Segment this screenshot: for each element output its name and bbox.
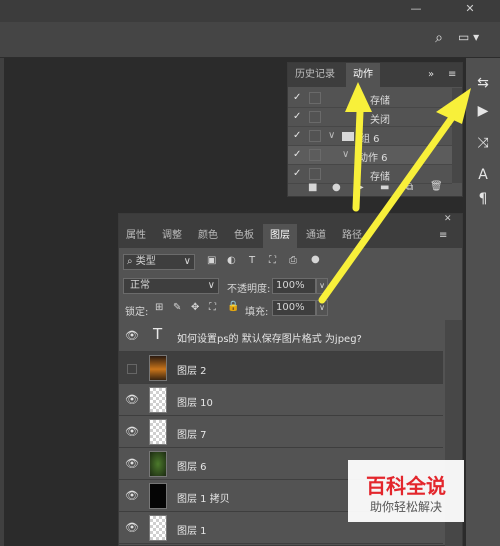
watermark: 百科全说 助你轻松解决 <box>348 460 464 522</box>
arrow-to-dock-icon <box>318 108 460 304</box>
watermark-subtitle: 助你轻松解决 <box>369 500 442 514</box>
watermark-title: 百科全说 <box>366 474 446 498</box>
photoshop-window: — ✕ ⌕ ▭ ▾ ⇆ ▶ ⤨ A ¶ 历史记录 动作 » ≡ ✓ 存储 ✓ 关… <box>0 0 500 546</box>
arrow-to-actions-tab <box>352 108 364 212</box>
arrowhead <box>436 88 471 124</box>
arrowhead <box>345 82 372 112</box>
